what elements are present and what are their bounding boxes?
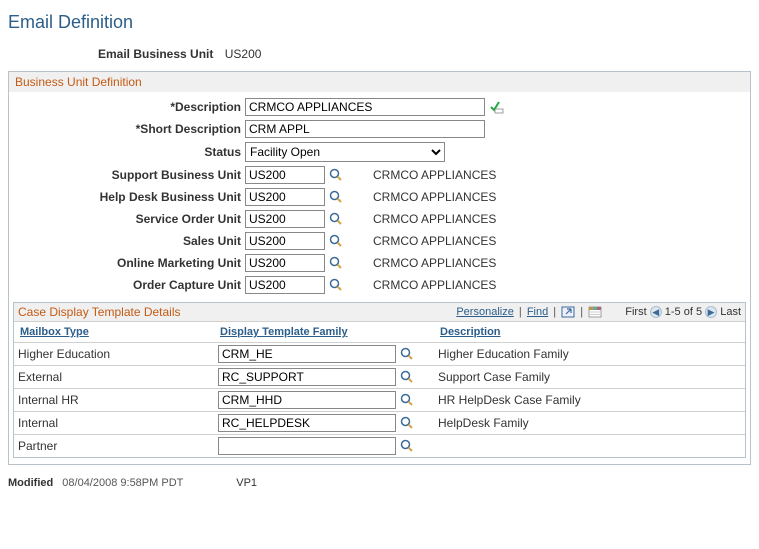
find-link[interactable]: Find <box>527 306 548 318</box>
case-display-template-grid: Case Display Template Details Personaliz… <box>13 302 746 458</box>
support-bu-input[interactable] <box>245 166 325 184</box>
spellcheck-icon[interactable] <box>485 99 505 115</box>
column-description[interactable]: Description <box>434 322 745 342</box>
grid-title: Case Display Template Details <box>18 305 181 319</box>
mailbox-type-cell: Partner <box>14 435 214 457</box>
lookup-icon[interactable] <box>325 278 343 293</box>
table-row: External Support Case Family <box>14 365 745 388</box>
description-cell: Support Case Family <box>434 366 745 388</box>
description-cell <box>434 435 745 457</box>
lookup-icon[interactable] <box>396 347 414 362</box>
description-cell: Higher Education Family <box>434 343 745 365</box>
sales-unit-label: Sales Unit <box>9 234 245 248</box>
order-capture-unit-input[interactable] <box>245 276 325 294</box>
display-template-family-input[interactable] <box>218 391 396 409</box>
header-row: Email Business Unit US200 <box>98 47 751 61</box>
table-row: Partner <box>14 434 745 457</box>
online-marketing-unit-label: Online Marketing Unit <box>9 256 245 270</box>
groupbox-title: Business Unit Definition <box>9 72 750 92</box>
mailbox-type-cell: Internal HR <box>14 389 214 411</box>
display-template-family-input[interactable] <box>218 345 396 363</box>
lookup-icon[interactable] <box>325 256 343 271</box>
email-bu-value: US200 <box>225 47 262 61</box>
service-order-unit-desc: CRMCO APPLIANCES <box>373 212 496 226</box>
table-row: Internal HR HR HelpDesk Case Family <box>14 388 745 411</box>
table-row: Higher Education Higher Education Family <box>14 342 745 365</box>
table-row: Internal HelpDesk Family <box>14 411 745 434</box>
first-label: First <box>625 306 646 318</box>
service-order-unit-label: Service Order Unit <box>9 212 245 226</box>
order-capture-unit-label: Order Capture Unit <box>9 278 245 292</box>
separator: | <box>553 306 556 318</box>
lookup-icon[interactable] <box>325 168 343 183</box>
personalize-link[interactable]: Personalize <box>456 306 513 318</box>
last-label: Last <box>720 306 741 318</box>
description-input[interactable] <box>245 98 485 116</box>
description-cell: HR HelpDesk Case Family <box>434 389 745 411</box>
prev-button[interactable]: ◀ <box>650 306 662 318</box>
separator: | <box>519 306 522 318</box>
mailbox-type-cell: Higher Education <box>14 343 214 365</box>
page-title: Email Definition <box>8 12 751 33</box>
column-mailbox-type[interactable]: Mailbox Type <box>14 322 214 342</box>
modified-user: VP1 <box>236 477 257 489</box>
short-description-label: *Short Description <box>9 122 245 136</box>
lookup-icon[interactable] <box>396 416 414 431</box>
business-unit-groupbox: Business Unit Definition *Description *S… <box>8 71 751 465</box>
description-cell: HelpDesk Family <box>434 412 745 434</box>
display-template-family-input[interactable] <box>218 437 396 455</box>
status-label: Status <box>9 145 245 159</box>
sales-unit-desc: CRMCO APPLIANCES <box>373 234 496 248</box>
display-template-family-input[interactable] <box>218 368 396 386</box>
helpdesk-bu-desc: CRMCO APPLIANCES <box>373 190 496 204</box>
separator: | <box>580 306 583 318</box>
lookup-icon[interactable] <box>325 234 343 249</box>
helpdesk-bu-label: Help Desk Business Unit <box>9 190 245 204</box>
status-select[interactable]: Facility Open <box>245 142 445 162</box>
online-marketing-unit-desc: CRMCO APPLIANCES <box>373 256 496 270</box>
order-capture-unit-desc: CRMCO APPLIANCES <box>373 278 496 292</box>
range-text: 1-5 of 5 <box>665 306 702 318</box>
modified-label: Modified <box>8 477 53 489</box>
view-all-icon[interactable] <box>561 306 575 318</box>
mailbox-type-cell: External <box>14 366 214 388</box>
online-marketing-unit-input[interactable] <box>245 254 325 272</box>
lookup-icon[interactable] <box>325 190 343 205</box>
helpdesk-bu-input[interactable] <box>245 188 325 206</box>
lookup-icon[interactable] <box>396 393 414 408</box>
modified-value: 08/04/2008 9:58PM PDT <box>62 477 183 489</box>
next-button[interactable]: ▶ <box>705 306 717 318</box>
footer: Modified 08/04/2008 9:58PM PDT VP1 <box>8 477 751 489</box>
support-bu-desc: CRMCO APPLIANCES <box>373 168 496 182</box>
lookup-icon[interactable] <box>325 212 343 227</box>
service-order-unit-input[interactable] <box>245 210 325 228</box>
email-bu-label: Email Business Unit <box>98 47 213 61</box>
sales-unit-input[interactable] <box>245 232 325 250</box>
description-label: *Description <box>9 100 245 114</box>
lookup-icon[interactable] <box>396 370 414 385</box>
support-bu-label: Support Business Unit <box>9 168 245 182</box>
mailbox-type-cell: Internal <box>14 412 214 434</box>
short-description-input[interactable] <box>245 120 485 138</box>
display-template-family-input[interactable] <box>218 414 396 432</box>
download-icon[interactable] <box>588 306 602 318</box>
lookup-icon[interactable] <box>396 439 414 454</box>
column-display-template-family[interactable]: Display Template Family <box>214 322 434 342</box>
